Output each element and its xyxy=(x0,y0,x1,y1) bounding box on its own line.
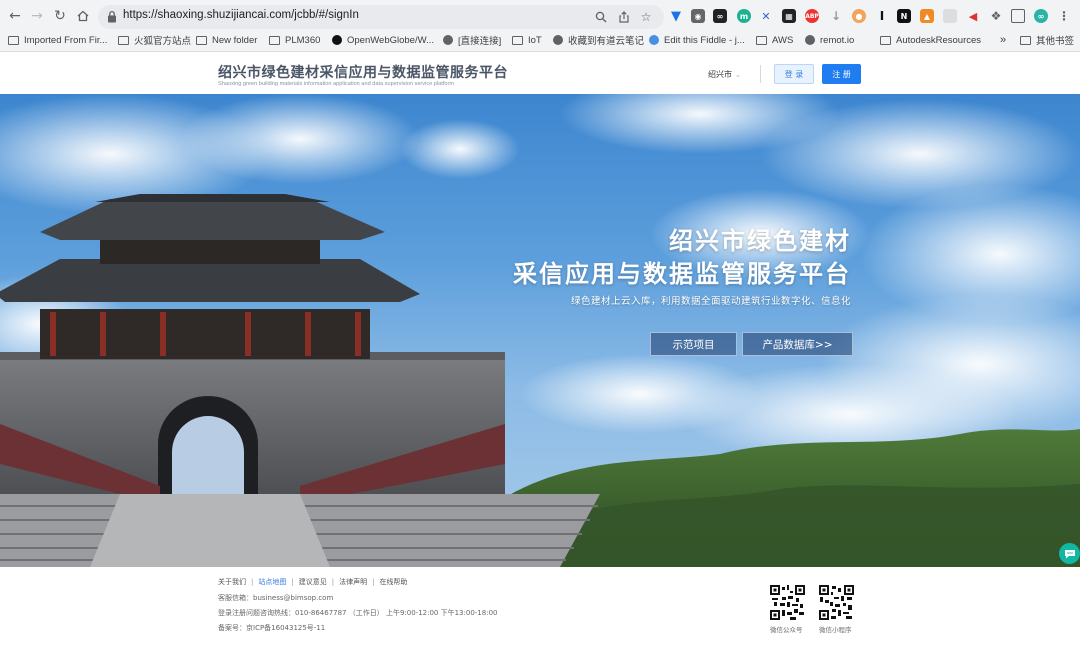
qr-label-miniprogram: 微信小程序 xyxy=(819,626,852,634)
footer-link-legal[interactable]: 法律声明 xyxy=(339,578,367,586)
globe-icon xyxy=(805,35,815,45)
site-footer: 关于我们 | 站点地图 | 建议意见 | 法律声明 | 在线帮助 客服信箱：business@b… xyxy=(0,567,1080,649)
qr-label-official: 微信公众号 xyxy=(770,626,803,634)
folder-icon xyxy=(8,35,19,45)
wechat-official-qr-code xyxy=(770,585,805,620)
share-icon[interactable] xyxy=(616,9,632,25)
bookmark-item[interactable]: remot.io xyxy=(805,33,854,47)
folder-icon xyxy=(880,35,891,45)
url-text: https://shaoxing.shuzijiancai.com/jcbb/#… xyxy=(123,9,359,21)
download-extension-icon[interactable]: ↓ xyxy=(829,9,843,23)
vpn-extension-icon[interactable]: ▼ xyxy=(669,9,683,24)
profile-avatar-icon[interactable]: ∞ xyxy=(1034,9,1048,23)
footer-hotline: 登录注册问题咨询热线：010-86467787 （工作日） 上午9:00-12:… xyxy=(218,609,498,617)
puzzle-extensions-icon[interactable]: ❖ xyxy=(989,9,1003,23)
footer-separator: | xyxy=(331,578,335,586)
zoom-icon[interactable] xyxy=(593,9,609,25)
glasses-extension-icon[interactable]: ∞ xyxy=(713,9,727,23)
demo-projects-button[interactable]: 示范项目 xyxy=(650,332,737,356)
bookmark-item[interactable]: AWS xyxy=(756,33,793,47)
bookmark-item[interactable]: [直接连接] xyxy=(443,33,501,47)
footer-separator: | xyxy=(291,578,294,586)
home-icon[interactable] xyxy=(73,6,93,26)
footer-separator: | xyxy=(251,578,254,586)
sidepanel-icon[interactable] xyxy=(1011,9,1025,23)
other-bookmarks[interactable]: 其他书签 xyxy=(1020,33,1074,47)
folder-icon xyxy=(118,35,129,45)
chat-bubble-icon[interactable] xyxy=(1059,543,1080,564)
hero-banner: 绍兴市绿色建材 采信应用与数据监管服务平台 绿色建材上云入库，利用数据全面驱动建… xyxy=(0,94,1080,567)
reload-icon[interactable]: ↻ xyxy=(50,6,70,26)
bookmark-item[interactable]: IoT xyxy=(512,33,542,47)
wechat-miniprogram-qr-code xyxy=(819,585,854,620)
x-extension-icon[interactable]: ✕ xyxy=(759,9,773,23)
notion-extension-icon[interactable]: N xyxy=(897,9,911,23)
hero-title-line2: 采信应用与数据监管服务平台 xyxy=(513,260,851,288)
chevron-down-icon: ⌄ xyxy=(735,71,741,79)
camera-extension-icon[interactable]: ◉ xyxy=(691,9,705,23)
folder-icon xyxy=(269,35,280,45)
bookmark-item[interactable]: AutodeskResources xyxy=(880,33,981,47)
globe-icon xyxy=(443,35,453,45)
hero-subtitle: 绿色建材上云入库，利用数据全面驱动建筑行业数字化、信息化 xyxy=(570,296,851,307)
folder-icon xyxy=(1020,35,1031,45)
bookmark-item[interactable]: 火狐官方站点 xyxy=(118,33,191,47)
platform-title[interactable]: 绍兴市绿色建材采信应用与数据监管服务平台 xyxy=(218,62,508,82)
footer-link-help[interactable]: 在线帮助 xyxy=(379,578,407,586)
footer-separator: | xyxy=(372,578,375,586)
login-button[interactable]: 登 录 xyxy=(774,64,814,84)
lock-icon xyxy=(108,10,116,23)
browser-toolbar: ← → ↻ https://shaoxing.shuzijiancai.com/… xyxy=(0,4,1080,30)
bookmark-item[interactable]: PLM360 xyxy=(269,33,320,47)
grid-extension-icon[interactable]: ▦ xyxy=(782,9,796,23)
adblock-extension-icon[interactable]: ABP xyxy=(805,9,819,23)
forward-icon[interactable]: → xyxy=(27,6,47,26)
footer-email: 客服信箱：business@bimsop.com xyxy=(218,594,334,602)
site-header: 绍兴市绿色建材采信应用与数据监管服务平台 Shaoxing green buil… xyxy=(0,53,1080,94)
bookmark-item[interactable]: Edit this Fiddle - j... xyxy=(649,33,745,47)
browser-chrome: ← → ↻ https://shaoxing.shuzijiancai.com/… xyxy=(0,0,1080,52)
globe-icon xyxy=(553,35,563,45)
folder-icon xyxy=(512,35,523,45)
footer-link-about[interactable]: 关于我们 xyxy=(218,578,246,586)
metamask-extension-icon[interactable]: ▲ xyxy=(920,9,934,23)
cloud-icon xyxy=(649,35,659,45)
lantern-extension-icon[interactable]: ● xyxy=(852,9,866,23)
menu-kebab-icon[interactable]: ⋮ xyxy=(1057,9,1071,23)
city-label: 绍兴市 xyxy=(708,70,732,79)
hero-title-line1: 绍兴市绿色建材 xyxy=(669,227,851,255)
product-database-button[interactable]: 产品数据库>> xyxy=(742,332,853,356)
github-icon xyxy=(332,35,342,45)
bookmark-item[interactable]: 收藏到有道云笔记 xyxy=(553,33,644,47)
more-bookmarks-icon[interactable]: » xyxy=(1000,33,1006,47)
bookmark-item[interactable]: OpenWebGlobe/W... xyxy=(332,33,434,47)
city-selector[interactable]: 绍兴市 ⌄ xyxy=(708,69,741,80)
blank-extension-icon[interactable] xyxy=(943,9,957,23)
footer-link-sitemap[interactable]: 站点地图 xyxy=(258,578,286,586)
m-extension-icon[interactable]: m xyxy=(737,9,751,23)
megaphone-extension-icon[interactable]: ◀ xyxy=(966,9,980,23)
bookmarks-bar: Imported From Fir... 火狐官方站点 New folder P… xyxy=(0,31,1080,49)
footer-links: 关于我们 | 站点地图 | 建议意见 | 法律声明 | 在线帮助 xyxy=(218,577,407,587)
address-bar[interactable]: https://shaoxing.shuzijiancai.com/jcbb/#… xyxy=(98,5,664,29)
i-extension-icon[interactable]: I xyxy=(875,9,889,23)
platform-subtitle: Shaoxing green building materials inform… xyxy=(218,81,455,87)
header-divider xyxy=(760,65,761,83)
back-icon[interactable]: ← xyxy=(5,6,25,26)
register-button[interactable]: 注 册 xyxy=(822,64,861,84)
bookmark-item[interactable]: New folder xyxy=(196,33,257,47)
hero-background-image xyxy=(0,94,1080,567)
folder-icon xyxy=(756,35,767,45)
footer-link-feedback[interactable]: 建议意见 xyxy=(299,578,327,586)
bookmark-star-icon[interactable]: ☆ xyxy=(638,9,654,25)
footer-icp[interactable]: 备案号：京ICP备16043125号-11 xyxy=(218,623,325,633)
bookmark-item[interactable]: Imported From Fir... xyxy=(8,33,107,47)
folder-icon xyxy=(196,35,207,45)
